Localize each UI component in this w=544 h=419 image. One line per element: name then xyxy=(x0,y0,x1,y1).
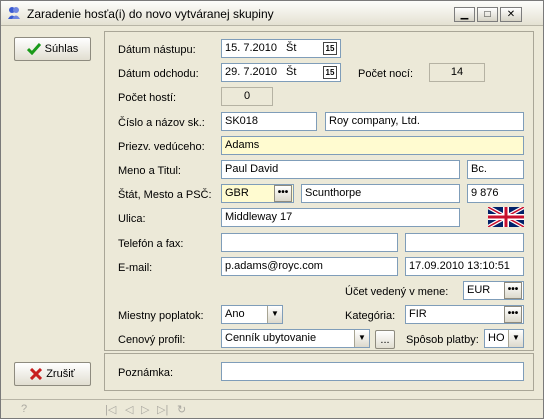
price-profile-more-button[interactable]: ... xyxy=(375,330,395,349)
currency-field[interactable]: EUR ••• xyxy=(463,281,524,300)
local-fee-value: Ano xyxy=(225,308,245,320)
title-bar: Zaradenie hosťa(i) do novo vytváranej sk… xyxy=(1,1,543,26)
ok-label: Súhlas xyxy=(44,43,79,55)
category-lookup-button[interactable]: ••• xyxy=(504,306,522,323)
departure-label: Dátum odchodu: xyxy=(118,68,199,80)
price-profile-select[interactable]: Cenník ubytovanie ▼ xyxy=(221,329,370,348)
close-icon: ✕ xyxy=(506,9,516,20)
next-record-icon[interactable]: ▷ xyxy=(141,403,149,416)
guests-label: Počet hostí: xyxy=(118,92,177,104)
price-profile-value: Cenník ubytovanie xyxy=(225,332,317,344)
first-name-field[interactable]: Paul David xyxy=(221,160,460,179)
local-fee-select[interactable]: Ano ▼ xyxy=(221,305,283,324)
category-label: Kategória: xyxy=(345,310,396,322)
payment-label: Spôsob platby: xyxy=(406,334,479,346)
number-name-label: Číslo a názov sk.: xyxy=(118,117,205,129)
window-title: Zaradenie hosťa(i) do novo vytváranej sk… xyxy=(27,7,274,21)
help-icon[interactable]: ? xyxy=(21,403,27,415)
cancel-label: Zrušiť xyxy=(46,368,75,380)
chevron-down-icon[interactable]: ▼ xyxy=(354,330,369,347)
category-field[interactable]: FIR ••• xyxy=(405,305,524,324)
chevron-down-icon[interactable]: ▼ xyxy=(508,330,523,347)
calendar-icon[interactable]: 15 xyxy=(323,42,337,55)
nights-label: Počet nocí: xyxy=(358,68,414,80)
more-label: ... xyxy=(380,333,390,346)
minimize-icon: ▁ xyxy=(460,9,469,20)
departure-date-field[interactable]: 29. 7.2010 Št 15 xyxy=(221,63,341,82)
calendar-icon[interactable]: 15 xyxy=(323,66,337,79)
maximize-icon: □ xyxy=(484,9,491,20)
payment-select[interactable]: HO ▼ xyxy=(484,329,524,348)
arrival-day-value: Št xyxy=(286,42,297,54)
category-value: FIR xyxy=(409,308,427,320)
street-label: Ulica: xyxy=(118,213,146,225)
note-field[interactable] xyxy=(221,362,524,381)
leader-label: Priezv. vedúceho: xyxy=(118,141,205,153)
minimize-button[interactable]: ▁ xyxy=(454,7,475,22)
email-field[interactable]: p.adams@royc.com xyxy=(221,257,398,276)
first-record-icon[interactable]: |◁ xyxy=(105,403,116,416)
dialog-window: Zaradenie hosťa(i) do novo vytváranej sk… xyxy=(0,0,544,419)
local-fee-label: Miestny poplatok: xyxy=(118,310,204,322)
leader-field[interactable]: Adams xyxy=(221,136,524,155)
email-timestamp-field: 17.09.2010 13:10:51 xyxy=(405,257,524,276)
phone-field[interactable] xyxy=(221,233,398,252)
maximize-button[interactable]: □ xyxy=(477,7,498,22)
x-icon xyxy=(30,368,43,380)
uk-flag-icon xyxy=(488,207,524,227)
country-field[interactable]: GBR ••• xyxy=(221,184,294,203)
ok-button[interactable]: Súhlas xyxy=(14,37,91,61)
status-bar: ? |◁ ◁ ▷ ▷| ↻ xyxy=(1,399,543,418)
guests-field: 0 xyxy=(221,87,273,106)
last-record-icon[interactable]: ▷| xyxy=(157,403,168,416)
note-label: Poznámka: xyxy=(118,367,174,379)
name-title-label: Meno a Titul: xyxy=(118,165,181,177)
country-value: GBR xyxy=(225,187,249,199)
price-profile-label: Cenový profil: xyxy=(118,334,186,346)
phone-fax-label: Telefón a fax: xyxy=(118,238,184,250)
street-field[interactable]: Middleway 17 xyxy=(221,208,460,227)
arrival-date-value: 15. 7.2010 xyxy=(225,42,277,54)
departure-day-value: Št xyxy=(286,66,297,78)
close-button[interactable]: ✕ xyxy=(500,7,522,22)
title-field[interactable]: Bc. xyxy=(467,160,524,179)
arrival-label: Dátum nástupu: xyxy=(118,44,196,56)
chevron-down-icon[interactable]: ▼ xyxy=(267,306,282,323)
app-icon xyxy=(8,7,20,19)
nights-field: 14 xyxy=(429,63,485,82)
checkmark-icon xyxy=(26,43,41,55)
currency-lookup-button[interactable]: ••• xyxy=(504,282,522,299)
city-field[interactable]: Scunthorpe xyxy=(301,184,460,203)
fax-field[interactable] xyxy=(405,233,524,252)
cancel-button[interactable]: Zrušiť xyxy=(14,362,91,386)
payment-value: HO xyxy=(488,332,505,344)
arrival-date-field[interactable]: 15. 7.2010 Št 15 xyxy=(221,39,341,58)
departure-date-value: 29. 7.2010 xyxy=(225,66,277,78)
currency-label: Účet vedený v mene: xyxy=(345,286,449,298)
refresh-icon[interactable]: ↻ xyxy=(177,403,186,416)
group-name-field[interactable]: Roy company, Ltd. xyxy=(325,112,524,131)
prev-record-icon[interactable]: ◁ xyxy=(125,403,133,416)
currency-value: EUR xyxy=(467,284,491,296)
email-label: E-mail: xyxy=(118,262,153,274)
zip-field[interactable]: 9 876 xyxy=(467,184,524,203)
country-lookup-button[interactable]: ••• xyxy=(274,185,292,202)
group-number-field[interactable]: SK018 xyxy=(221,112,317,131)
state-city-zip-label: Štát, Mesto a PSČ: xyxy=(118,189,212,201)
